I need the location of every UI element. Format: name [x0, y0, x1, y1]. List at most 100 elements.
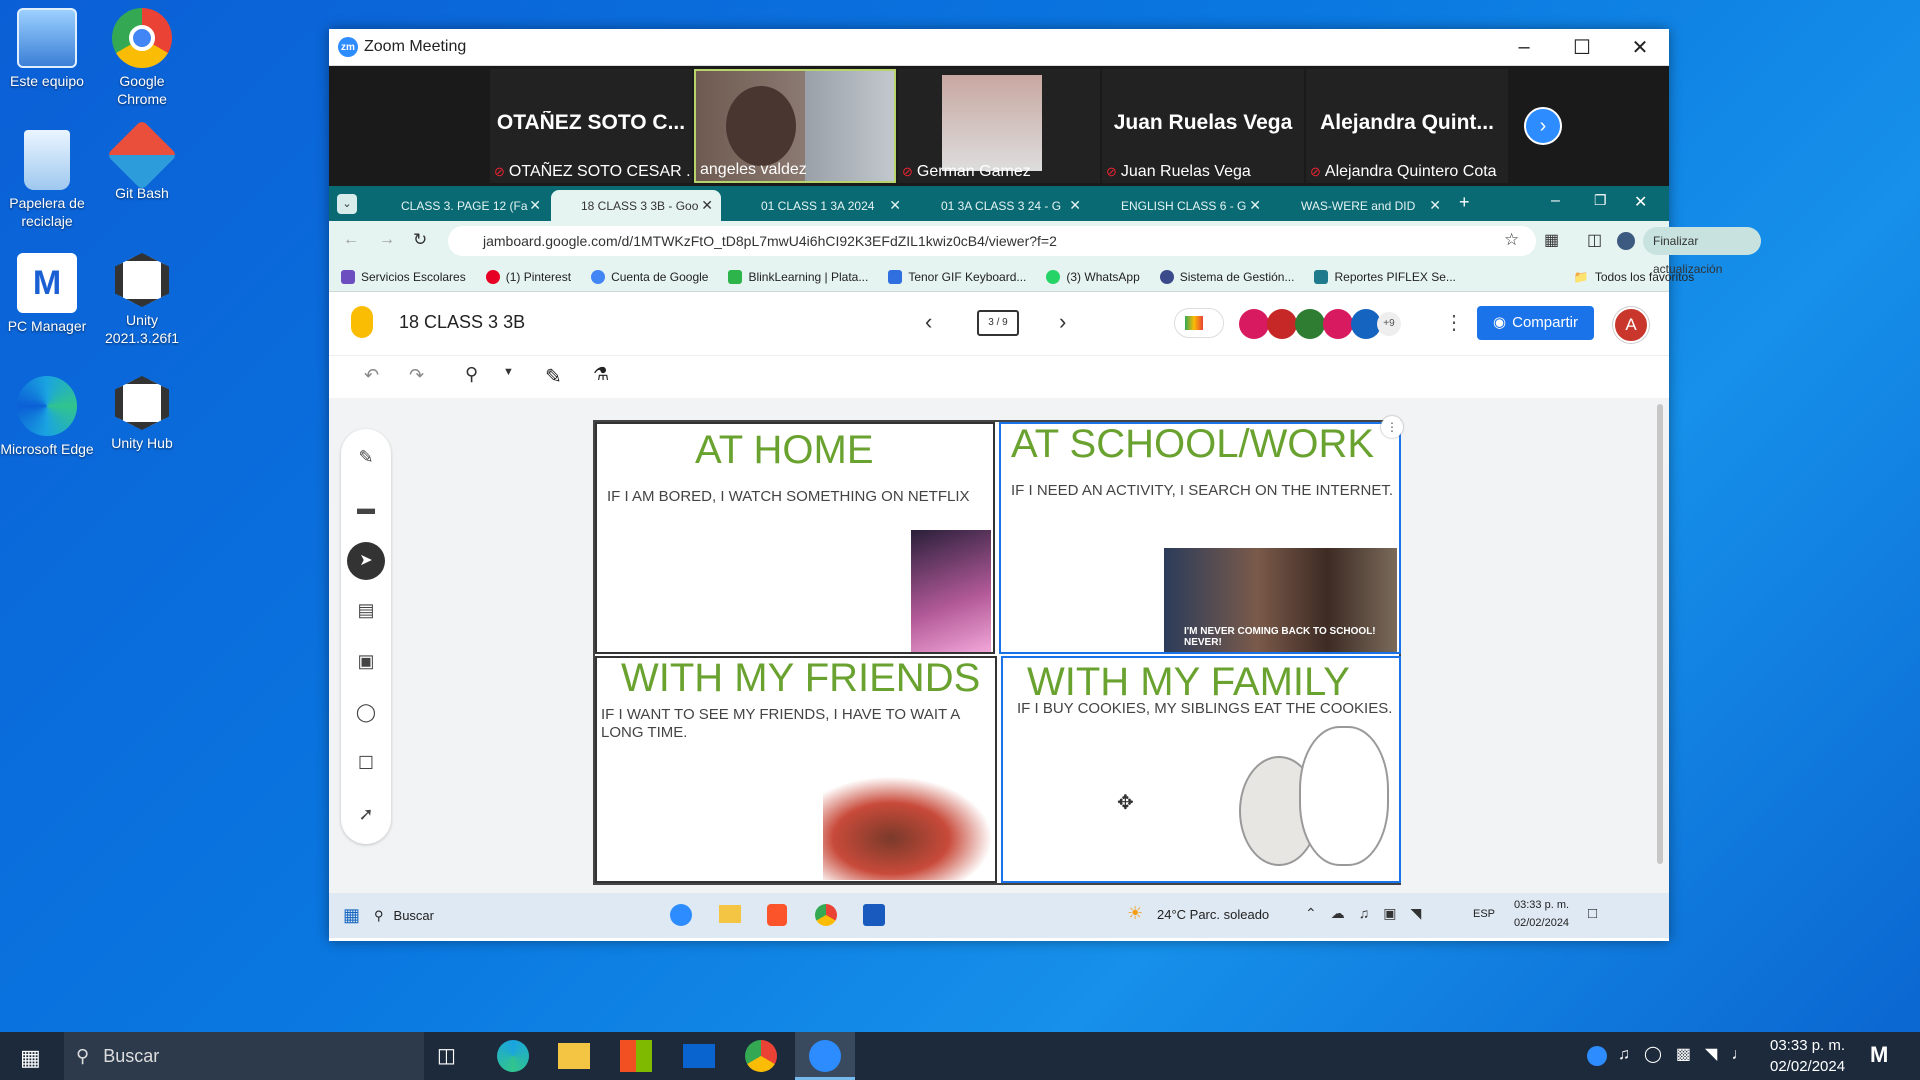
- laser-tool-icon[interactable]: ➚: [354, 804, 378, 828]
- zoom-tray-icon[interactable]: [1587, 1046, 1607, 1066]
- start-icon[interactable]: ▦: [20, 1045, 41, 1071]
- fill-color-icon[interactable]: ⚗: [593, 364, 609, 385]
- jam-title[interactable]: 18 CLASS 3 3B: [399, 312, 525, 333]
- participant-tile-active[interactable]: angeles valdez: [694, 69, 896, 183]
- start-icon[interactable]: ▦: [343, 905, 360, 926]
- back-icon[interactable]: ←: [343, 231, 359, 249]
- bookmark-item[interactable]: Tenor GIF Keyboard...: [888, 269, 1026, 284]
- select-tool-icon[interactable]: ➤: [347, 542, 385, 580]
- close-tab-icon[interactable]: ✕: [889, 197, 901, 214]
- prev-frame-icon[interactable]: ‹: [925, 309, 932, 335]
- frame-indicator[interactable]: 3 / 9: [977, 310, 1019, 336]
- bookmark-item[interactable]: Reportes PIFLEX Se...: [1314, 269, 1456, 284]
- desktop-icon-edge[interactable]: Microsoft Edge: [0, 376, 95, 458]
- store-taskbar-icon[interactable]: [620, 1040, 652, 1072]
- url-field[interactable]: jamboard.google.com/d/1MTWKzFtO_tD8pL7mw…: [448, 226, 1536, 256]
- participant-tile[interactable]: ⊘ German Gamez: [898, 69, 1100, 183]
- text-box-tool-icon[interactable]: ☐: [354, 753, 378, 777]
- browser-minimize-button[interactable]: –: [1551, 192, 1560, 210]
- sticky-more-icon[interactable]: ⋮: [1381, 416, 1403, 438]
- file-explorer-taskbar-icon[interactable]: [558, 1043, 590, 1069]
- desktop-icon-pc-manager[interactable]: M PC Manager: [0, 253, 95, 335]
- pen-tool-icon[interactable]: ✎: [354, 447, 378, 471]
- weather-text[interactable]: 24°C Parc. soleado: [1157, 907, 1269, 922]
- participant-tile[interactable]: OTAÑEZ SOTO C... ⊘ OTAÑEZ SOTO CESAR ...: [490, 69, 692, 183]
- bookmark-item[interactable]: (3) WhatsApp: [1046, 269, 1140, 284]
- zoom-icon[interactable]: ⚲: [465, 364, 478, 385]
- notifications-icon[interactable]: □: [1588, 905, 1597, 922]
- tab-search-button[interactable]: ⌄: [337, 194, 357, 214]
- panel-with-my-family[interactable]: WITH MY FAMILY IF I BUY COOKIES, MY SIBL…: [1001, 656, 1401, 883]
- eraser-tool-icon[interactable]: ▬: [354, 498, 378, 522]
- shape-tool-icon[interactable]: ◯: [354, 702, 378, 726]
- side-panel-icon[interactable]: ◫: [1587, 230, 1602, 250]
- brave-icon[interactable]: [767, 904, 787, 926]
- zoom-taskbar-button[interactable]: [795, 1032, 855, 1080]
- new-tab-button[interactable]: +: [1459, 192, 1470, 213]
- participant-tile[interactable]: Juan Ruelas Vega ⊘ Juan Ruelas Vega: [1102, 69, 1304, 183]
- user-avatar[interactable]: A: [1613, 307, 1649, 343]
- close-tab-icon[interactable]: ✕: [1429, 197, 1441, 214]
- school-gif-image[interactable]: I'M NEVER COMING BACK TO SCHOOL! NEVER!: [1164, 548, 1397, 652]
- more-options-icon[interactable]: ⋮: [1444, 310, 1464, 335]
- chrome-app-icon[interactable]: [815, 904, 837, 926]
- clock-time[interactable]: 03:33 p. m.: [1770, 1037, 1845, 1054]
- profile-icon[interactable]: [1617, 232, 1635, 250]
- cats-hugging-image[interactable]: [1229, 726, 1399, 881]
- meet-button[interactable]: [1174, 308, 1224, 338]
- chrome-taskbar-icon[interactable]: [745, 1040, 777, 1072]
- input-language[interactable]: ESP: [1473, 908, 1495, 920]
- canvas-scrollbar[interactable]: [1657, 404, 1663, 864]
- friends-image[interactable]: [823, 776, 993, 880]
- bedroom-image[interactable]: [911, 530, 991, 652]
- word-icon[interactable]: [863, 904, 885, 926]
- tab[interactable]: WAS-WERE and DID ✕: [1271, 190, 1449, 221]
- share-button[interactable]: ◉ Compartir: [1477, 306, 1594, 340]
- maximize-button[interactable]: ☐: [1553, 29, 1611, 66]
- desktop-icon-git-bash[interactable]: Git Bash: [94, 119, 190, 202]
- bookmark-star-icon[interactable]: ☆: [1504, 230, 1519, 250]
- close-tab-icon[interactable]: ✕: [529, 197, 541, 214]
- tab[interactable]: 01 3A CLASS 3 24 - G ✕: [911, 190, 1089, 221]
- close-tab-icon[interactable]: ✕: [1249, 197, 1261, 214]
- pen-color-icon[interactable]: ✎: [545, 364, 562, 389]
- clock-time[interactable]: 03:33 p. m.: [1514, 899, 1569, 911]
- panel-with-my-friends[interactable]: WITH MY FRIENDS IF I WANT TO SEE MY FRIE…: [595, 656, 997, 883]
- next-participants-button[interactable]: ›: [1524, 107, 1562, 145]
- zoom-dropdown-icon[interactable]: ▼: [503, 366, 514, 378]
- pc-manager-tray-icon[interactable]: M: [1870, 1042, 1888, 1068]
- tray-icons[interactable]: ⌃☁♫▣◥: [1305, 905, 1435, 922]
- jam-frame[interactable]: AT HOME IF I AM BORED, I WATCH SOMETHING…: [593, 416, 1403, 885]
- image-tool-icon[interactable]: ▣: [354, 651, 378, 675]
- panel-at-home[interactable]: AT HOME IF I AM BORED, I WATCH SOMETHING…: [595, 422, 995, 654]
- tab[interactable]: 01 CLASS 1 3A 2024 ✕: [731, 190, 909, 221]
- desktop-icon-google-chrome[interactable]: Google Chrome: [94, 8, 190, 108]
- taskbar-search[interactable]: ⚲ Buscar: [64, 1032, 424, 1080]
- close-tab-icon[interactable]: ✕: [701, 197, 713, 214]
- file-explorer-icon[interactable]: [719, 905, 741, 923]
- redo-icon[interactable]: ↷: [409, 365, 424, 386]
- task-view-icon[interactable]: ◫: [437, 1043, 456, 1068]
- taskbar-search[interactable]: ⚲ Buscar: [374, 899, 574, 932]
- zoom-app-icon[interactable]: [670, 904, 692, 926]
- desktop-icon-papelera[interactable]: Papelera de reciclaje: [0, 130, 95, 230]
- sticky-note-tool-icon[interactable]: ▤: [354, 600, 378, 624]
- tab[interactable]: ENGLISH CLASS 6 - G ✕: [1091, 190, 1269, 221]
- bookmark-item[interactable]: Servicios Escolares: [341, 269, 466, 284]
- browser-close-button[interactable]: ✕: [1634, 192, 1647, 212]
- undo-icon[interactable]: ↶: [364, 365, 379, 386]
- desktop-icon-este-equipo[interactable]: Este equipo: [0, 8, 95, 90]
- bookmark-item[interactable]: Sistema de Gestión...: [1159, 269, 1294, 284]
- update-button[interactable]: Finalizar actualización: [1643, 227, 1761, 276]
- edge-taskbar-icon[interactable]: [497, 1040, 529, 1072]
- forward-icon[interactable]: →: [379, 231, 395, 249]
- next-frame-icon[interactable]: ›: [1059, 309, 1066, 335]
- reload-icon[interactable]: ↻: [413, 230, 427, 250]
- panel-at-school-work[interactable]: AT SCHOOL/WORK IF I NEED AN ACTIVITY, I …: [999, 416, 1403, 654]
- desktop-icon-unity-hub[interactable]: Unity Hub: [94, 376, 190, 452]
- mail-taskbar-icon[interactable]: [683, 1044, 715, 1068]
- desktop-icon-unity[interactable]: Unity 2021.3.26f1: [94, 253, 190, 347]
- bookmark-item[interactable]: BlinkLearning | Plata...: [728, 269, 868, 284]
- clock-date[interactable]: 02/02/2024: [1770, 1058, 1845, 1075]
- bookmark-item[interactable]: (1) Pinterest: [485, 269, 571, 284]
